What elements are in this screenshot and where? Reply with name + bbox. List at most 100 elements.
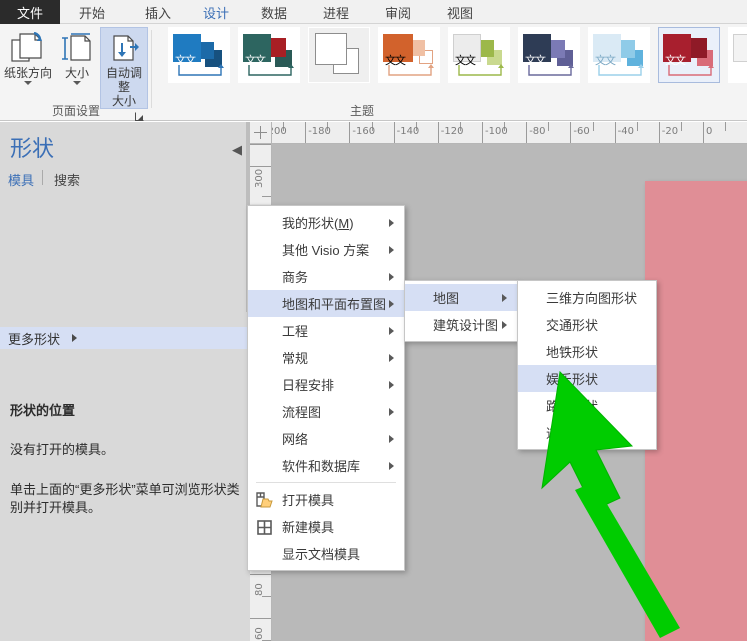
menu-item[interactable]: 其他 Visio 方案	[248, 236, 404, 263]
menu-item[interactable]: 地图和平面布置图	[248, 290, 404, 317]
ribbon-tab-home[interactable]: 开始	[62, 0, 122, 24]
shapes-pane-text-2: 单击上面的“更多形状”菜单可浏览形状类别并打开模具。	[10, 482, 240, 515]
submenu-arrow-icon	[389, 245, 394, 254]
theme-thumb-3[interactable]: 文文	[378, 27, 440, 83]
ribbon-tab-home-label: 开始	[78, 5, 105, 21]
page-size-icon	[61, 30, 93, 66]
ruler-label: -160	[352, 126, 376, 137]
menu-item[interactable]: 显示文档模具	[248, 540, 404, 567]
pane-tab-divider	[42, 170, 43, 185]
menu-item[interactable]: 商务	[248, 263, 404, 290]
submenu-arrow-icon	[389, 434, 394, 443]
ribbon-tab-data[interactable]: 数据	[246, 0, 302, 24]
page-size-button[interactable]: 大小	[56, 27, 98, 85]
submenu-arrow-icon	[389, 407, 394, 416]
ruler-tick	[482, 122, 483, 143]
menu-item-label: 地铁形状	[546, 345, 599, 360]
menu-item[interactable]: 新建模具	[248, 513, 404, 540]
page-orientation-icon	[11, 30, 45, 66]
open-stencil-icon	[256, 491, 273, 508]
ribbon-tab-view[interactable]: 视图	[432, 0, 488, 24]
ruler-tick	[393, 122, 395, 143]
menu-item[interactable]: 地图	[405, 284, 517, 311]
menu-item[interactable]: 交通形状	[518, 311, 656, 338]
ribbon-tab-design[interactable]: 设计	[192, 0, 240, 24]
ruler-corner[interactable]	[250, 122, 272, 144]
ruler-label: -140	[396, 126, 420, 137]
menu-item-label: 新建模具	[282, 520, 335, 535]
page-orientation-button[interactable]: 纸张方向	[4, 27, 52, 85]
menu-item-label: 显示文档模具	[282, 547, 361, 562]
ribbon-tab-file[interactable]: 文件	[0, 0, 60, 24]
ribbon-tab-process-label: 进程	[322, 5, 349, 21]
theme-thumb-6[interactable]: 文文	[588, 27, 650, 83]
chevron-right-icon	[72, 334, 78, 342]
autosize-button[interactable]: 自动调整 大小	[100, 27, 148, 109]
page-size-dropdown-icon[interactable]	[73, 81, 81, 85]
menu-item-label: 其他 Visio 方案	[282, 243, 370, 258]
ruler-minor-tick	[262, 196, 271, 197]
menu-item-label: 三维方向图形状	[546, 291, 638, 306]
submenu-arrow-icon	[389, 353, 394, 362]
menu-item[interactable]: 打开模具	[248, 486, 404, 513]
theme-thumb-5[interactable]: 文文	[518, 27, 580, 83]
menu-separator	[256, 482, 396, 483]
page-setup-dialog-launcher[interactable]	[135, 108, 144, 121]
submenu-arrow-icon	[389, 218, 394, 227]
menu-item[interactable]: 软件和数据库	[248, 452, 404, 479]
theme-thumb-1[interactable]: 文文	[238, 27, 300, 83]
tab-search[interactable]: 搜索	[54, 170, 80, 189]
menu-item[interactable]: 流程图	[248, 398, 404, 425]
menu-item[interactable]: 地铁形状	[518, 338, 656, 365]
chevron-left-icon[interactable]: ◀	[232, 142, 242, 158]
page-orientation-dropdown-icon[interactable]	[24, 81, 32, 85]
ribbon-tab-insert[interactable]: 插入	[128, 0, 188, 24]
ribbon-tab-review-label: 审阅	[384, 5, 411, 21]
ruler-tick	[614, 122, 616, 143]
ribbon-tab-process[interactable]: 进程	[308, 0, 364, 24]
horizontal-ruler[interactable]: -200-180-160-140-120-100-80-60-40-200204…	[250, 122, 747, 144]
theme-thumb-7[interactable]: 文文	[658, 27, 720, 83]
menu-item[interactable]: 建筑设计图	[405, 311, 517, 338]
menu-item[interactable]: 三维方向图形状	[518, 284, 656, 311]
more-shapes-menu-item[interactable]: 更多形状	[0, 327, 250, 349]
ruler-minor-tick	[592, 122, 594, 131]
ruler-label: 80	[254, 583, 265, 596]
theme-thumb-2[interactable]	[308, 27, 370, 83]
visio-window: 文件 开始 插入 设计 数据 进程 审阅 视图 纸张方向 大小 自动调整 大小 …	[0, 0, 747, 641]
page-setup-group-label: 页面设置	[51, 104, 100, 118]
theme-thumb-4[interactable]: 文文	[448, 27, 510, 83]
ruler-minor-tick	[680, 122, 682, 131]
theme-thumb-8[interactable]	[728, 27, 747, 83]
ruler-label: -60	[573, 126, 590, 137]
submenu-arrow-icon	[389, 272, 394, 281]
theme-thumb-0[interactable]: 文文	[168, 27, 230, 83]
menu-item-label: 地图	[433, 291, 460, 306]
ribbon: 纸张方向 大小 自动调整 大小 页面设置 文文 文文 文文 文文 文文 文文 文…	[0, 24, 747, 121]
ruler-tick	[349, 122, 351, 143]
menu-item-label: 交通形状	[546, 318, 599, 333]
menu-item-label: 常规	[282, 351, 309, 366]
menu-item[interactable]: 网络	[248, 425, 404, 452]
menu-item[interactable]: 我的形状(M)	[248, 209, 404, 236]
tab-stencils[interactable]: 模具	[8, 170, 34, 189]
themes-group-label: 主题	[349, 104, 374, 118]
menu-item[interactable]: 工程	[248, 317, 404, 344]
ruler-tick	[250, 166, 271, 167]
menu-item-label: 我的形状(M)	[282, 216, 354, 231]
menu-item[interactable]: 日程安排	[248, 371, 404, 398]
ruler-minor-tick	[548, 122, 550, 131]
shapes-pane: 形状 ◀ 模具 搜索 更多形状 形状的位置 没有打开的模具。 单击上面的“更多形…	[0, 122, 250, 641]
ruler-tick	[250, 144, 271, 145]
ruler-label: -80	[529, 126, 546, 137]
submenu-arrow-icon	[389, 461, 394, 470]
menu-item[interactable]: 常规	[248, 344, 404, 371]
ruler-label: -180	[308, 126, 331, 137]
ruler-tick	[658, 122, 660, 143]
ribbon-tab-view-label: 视图	[446, 5, 473, 21]
mouse-cursor	[520, 370, 680, 641]
ribbon-group-themes: 文文 文文 文文 文文 文文 文文 文文 主题	[152, 24, 747, 121]
new-stencil-icon	[256, 519, 273, 535]
ribbon-tab-review[interactable]: 审阅	[370, 0, 426, 24]
menu-item-label: 日程安排	[282, 378, 335, 393]
